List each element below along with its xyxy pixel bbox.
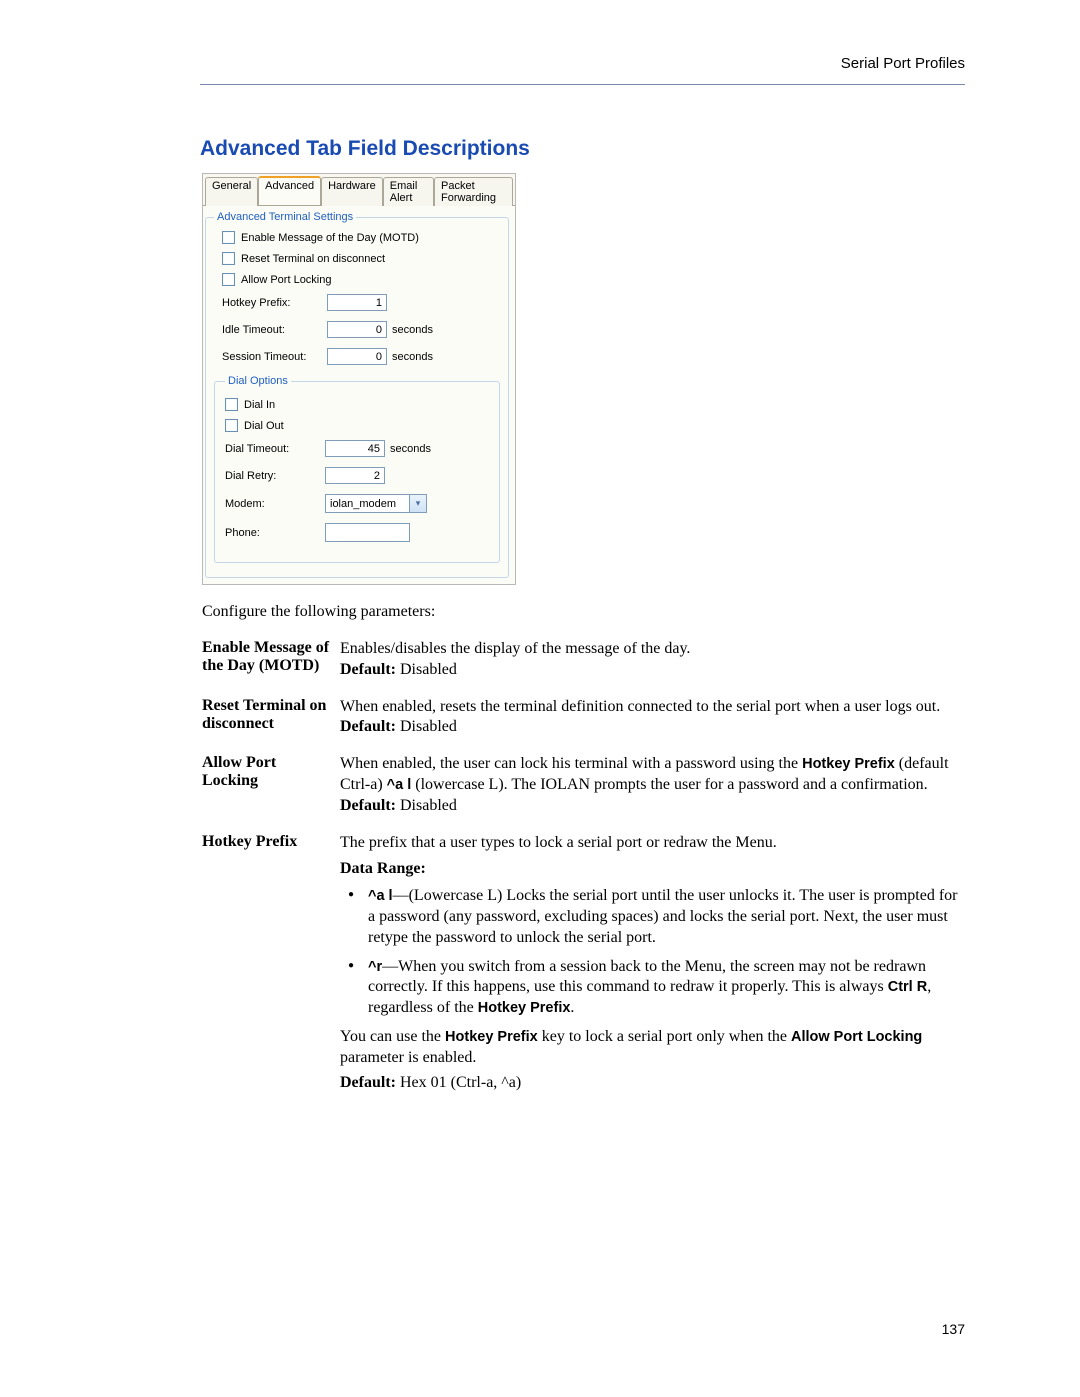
checkbox-dial-in[interactable] (225, 398, 238, 411)
header-divider (200, 84, 965, 85)
modem-label: Modem: (225, 498, 325, 510)
page-number: 137 (942, 1321, 965, 1337)
phone-label: Phone: (225, 527, 325, 539)
chevron-down-icon[interactable]: ▾ (410, 494, 427, 513)
param-desc-motd: Enables/disables the display of the mess… (340, 639, 967, 697)
param-desc-allow-lock: When enabled, the user can lock his term… (340, 754, 967, 832)
phone-input[interactable] (325, 523, 410, 542)
hotkey-prefix-input[interactable]: 1 (327, 294, 387, 311)
parameter-table: Enable Message of the Day (MOTD) Enables… (202, 639, 967, 1109)
checkbox-reset-terminal-label: Reset Terminal on disconnect (241, 253, 385, 265)
session-timeout-input[interactable]: 0 (327, 348, 387, 365)
checkbox-motd-label: Enable Message of the Day (MOTD) (241, 232, 419, 244)
checkbox-allow-port-locking[interactable] (222, 273, 235, 286)
checkbox-allow-port-locking-label: Allow Port Locking (241, 274, 332, 286)
tab-bar: General Advanced Hardware Email Alert Pa… (203, 174, 515, 206)
checkbox-motd[interactable] (222, 231, 235, 244)
fieldset-dial-legend: Dial Options (225, 375, 291, 387)
embedded-screenshot: General Advanced Hardware Email Alert Pa… (202, 173, 516, 585)
tab-email-alert[interactable]: Email Alert (383, 177, 434, 206)
checkbox-dial-out[interactable] (225, 419, 238, 432)
param-desc-reset: When enabled, resets the terminal defini… (340, 697, 967, 755)
session-timeout-unit: seconds (392, 351, 433, 363)
dial-retry-label: Dial Retry: (225, 470, 325, 482)
param-label-reset: Reset Terminal on disconnect (202, 697, 340, 755)
section-title: Advanced Tab Field Descriptions (200, 137, 965, 161)
session-timeout-label: Session Timeout: (222, 351, 327, 363)
header-breadcrumb: Serial Port Profiles (200, 55, 965, 72)
tab-hardware[interactable]: Hardware (321, 177, 383, 206)
dial-retry-input[interactable]: 2 (325, 467, 385, 484)
checkbox-dial-out-label: Dial Out (244, 420, 284, 432)
checkbox-dial-in-label: Dial In (244, 399, 275, 411)
param-label-hotkey: Hotkey Prefix (202, 833, 340, 1110)
idle-timeout-label: Idle Timeout: (222, 324, 327, 336)
param-label-motd: Enable Message of the Day (MOTD) (202, 639, 340, 697)
param-desc-hotkey: The prefix that a user types to lock a s… (340, 833, 967, 1110)
fieldset-dial-options: Dial Options Dial In Dial Out Dial Timeo… (214, 375, 500, 563)
fieldset-advanced-terminal: Advanced Terminal Settings Enable Messag… (205, 211, 509, 578)
tab-advanced[interactable]: Advanced (258, 176, 321, 205)
dial-timeout-label: Dial Timeout: (225, 443, 325, 455)
hotkey-prefix-label: Hotkey Prefix: (222, 297, 327, 309)
idle-timeout-input[interactable]: 0 (327, 321, 387, 338)
dial-timeout-input[interactable]: 45 (325, 440, 385, 457)
intro-text: Configure the following parameters: (202, 603, 965, 621)
tab-packet-forwarding[interactable]: Packet Forwarding (434, 177, 513, 206)
dial-timeout-unit: seconds (390, 443, 431, 455)
checkbox-reset-terminal[interactable] (222, 252, 235, 265)
modem-select[interactable]: iolan_modem ▾ (325, 494, 427, 513)
modem-select-value: iolan_modem (325, 494, 410, 513)
tab-general[interactable]: General (205, 177, 258, 206)
idle-timeout-unit: seconds (392, 324, 433, 336)
param-label-allow-lock: Allow Port Locking (202, 754, 340, 832)
fieldset-legend: Advanced Terminal Settings (214, 211, 356, 223)
